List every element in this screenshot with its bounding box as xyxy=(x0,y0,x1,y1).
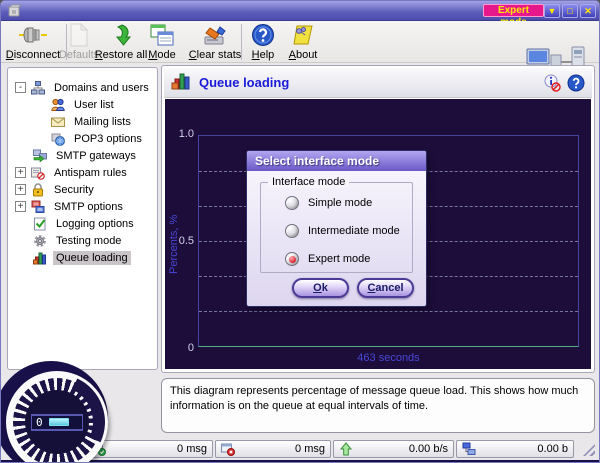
cancel-button[interactable]: Cancel xyxy=(357,278,414,298)
mode-badge: Expert mode xyxy=(483,4,544,17)
tree-item-domains-and-users[interactable]: - Domains and users xyxy=(8,79,157,96)
bar-chart-icon xyxy=(171,71,191,94)
ok-button[interactable]: Ok xyxy=(292,278,349,298)
dialog-title: Select interface mode xyxy=(247,151,426,171)
tree-item-pop3-options[interactable]: POP3 options xyxy=(8,130,157,147)
status-value: 0.00 b xyxy=(477,443,568,455)
tree-item-security[interactable]: + Security xyxy=(8,181,157,198)
interface-mode-groupbox: Interface mode Simple mode Intermediate … xyxy=(260,182,413,273)
titlebar: Expert mode ▼ □ ✕ xyxy=(1,1,599,21)
status-messages-received: 0 msg xyxy=(86,440,213,458)
smtp-options-icon xyxy=(31,200,46,214)
y-tick: 0.5 xyxy=(165,235,194,247)
tree-item-logging-options[interactable]: Logging options xyxy=(8,215,157,232)
radio-selected-icon[interactable] xyxy=(285,252,299,266)
radio-label: Expert mode xyxy=(308,253,370,265)
gauge-value-display: 0 xyxy=(31,415,83,430)
expand-icon[interactable]: + xyxy=(15,184,26,195)
tree-item-testing-mode[interactable]: Testing mode xyxy=(8,232,157,249)
maximize-icon[interactable]: □ xyxy=(562,4,578,18)
app-cube-icon xyxy=(6,4,23,18)
status-messages-failed: 0 msg xyxy=(215,440,331,458)
help-icon[interactable] xyxy=(567,74,585,92)
about-button[interactable]: About xyxy=(281,22,325,62)
about-note-icon xyxy=(281,23,325,49)
expand-icon[interactable]: + xyxy=(15,167,26,178)
content-header: Queue loading xyxy=(164,68,592,98)
tree-item-mailing-lists[interactable]: Mailing lists xyxy=(8,113,157,130)
status-traffic: 0.00 b xyxy=(456,440,574,458)
resize-grip[interactable] xyxy=(583,444,595,456)
traffic-icon xyxy=(462,442,477,456)
mode-windows-icon xyxy=(140,23,184,49)
gauge-center: 0% 0 xyxy=(25,390,89,454)
messages-received-icon xyxy=(92,442,107,456)
radio-icon[interactable] xyxy=(285,196,299,210)
tree-item-smtp-options[interactable]: + SMTP options xyxy=(8,198,157,215)
minimize-icon[interactable]: ▼ xyxy=(544,4,560,18)
user-list-icon xyxy=(51,98,66,112)
page-title: Queue loading xyxy=(199,75,289,90)
mailing-lists-icon xyxy=(51,115,66,129)
radio-expert-mode[interactable]: Expert mode xyxy=(285,251,370,267)
gauge-percent-display: 0% xyxy=(31,414,83,431)
pop3-options-icon xyxy=(51,132,66,146)
expand-icon[interactable]: + xyxy=(15,201,26,212)
radio-label: Simple mode xyxy=(308,197,372,209)
toolbar: Disconnect Defaults Restore all Mode Cle… xyxy=(1,21,599,63)
domains-users-icon xyxy=(31,81,46,95)
gridline xyxy=(199,311,578,312)
close-icon[interactable]: ✕ xyxy=(580,4,596,18)
y-tick: 1.0 xyxy=(165,128,194,140)
app-window: Expert mode ▼ □ ✕ Disconnect Defaults Re… xyxy=(0,0,600,463)
messages-failed-icon xyxy=(221,442,236,456)
tree-item-queue-loading[interactable]: Queue loading xyxy=(8,249,157,266)
upload-speed-icon xyxy=(339,442,354,456)
toolbar-separator xyxy=(241,24,242,60)
status-value: 0.00 b/s xyxy=(354,443,448,455)
help-icon xyxy=(245,23,281,49)
x-axis-label: 463 seconds xyxy=(198,352,579,364)
logging-options-icon xyxy=(33,217,48,231)
clear-stats-button[interactable]: Clear stats xyxy=(184,22,246,62)
tree-item-antispam-rules[interactable]: + Antispam rules xyxy=(8,164,157,181)
smtp-gateways-icon xyxy=(33,149,48,163)
status-upload-speed: 0.00 b/s xyxy=(333,440,454,458)
radio-intermediate-mode[interactable]: Intermediate mode xyxy=(285,223,400,239)
gauge-battery-icon xyxy=(49,418,69,426)
testing-mode-icon xyxy=(33,234,48,248)
antispam-rules-icon xyxy=(31,166,46,180)
tree-item-user-list[interactable]: User list xyxy=(8,96,157,113)
security-lock-icon xyxy=(31,183,46,197)
collapse-icon[interactable]: - xyxy=(15,82,26,93)
select-interface-mode-dialog: Select interface mode Interface mode Sim… xyxy=(246,150,427,307)
mode-button[interactable]: Mode xyxy=(140,22,184,62)
radio-label: Intermediate mode xyxy=(308,225,400,237)
help-button[interactable]: Help xyxy=(245,22,281,62)
radio-simple-mode[interactable]: Simple mode xyxy=(285,195,372,211)
status-value: 0 msg xyxy=(236,443,325,455)
y-tick: 0 xyxy=(165,342,194,354)
radio-icon[interactable] xyxy=(285,224,299,238)
clear-stats-brush-icon xyxy=(184,23,246,49)
navigation-tree: - Domains and users User list Mailing li… xyxy=(7,67,158,370)
queue-loading-icon xyxy=(33,251,48,265)
description-panel: This diagram represents percentage of me… xyxy=(161,378,595,433)
groupbox-label: Interface mode xyxy=(268,176,349,188)
status-value: 0 msg xyxy=(107,443,207,455)
info-disabled-icon[interactable] xyxy=(543,74,561,92)
tree-item-smtp-gateways[interactable]: SMTP gateways xyxy=(8,147,157,164)
